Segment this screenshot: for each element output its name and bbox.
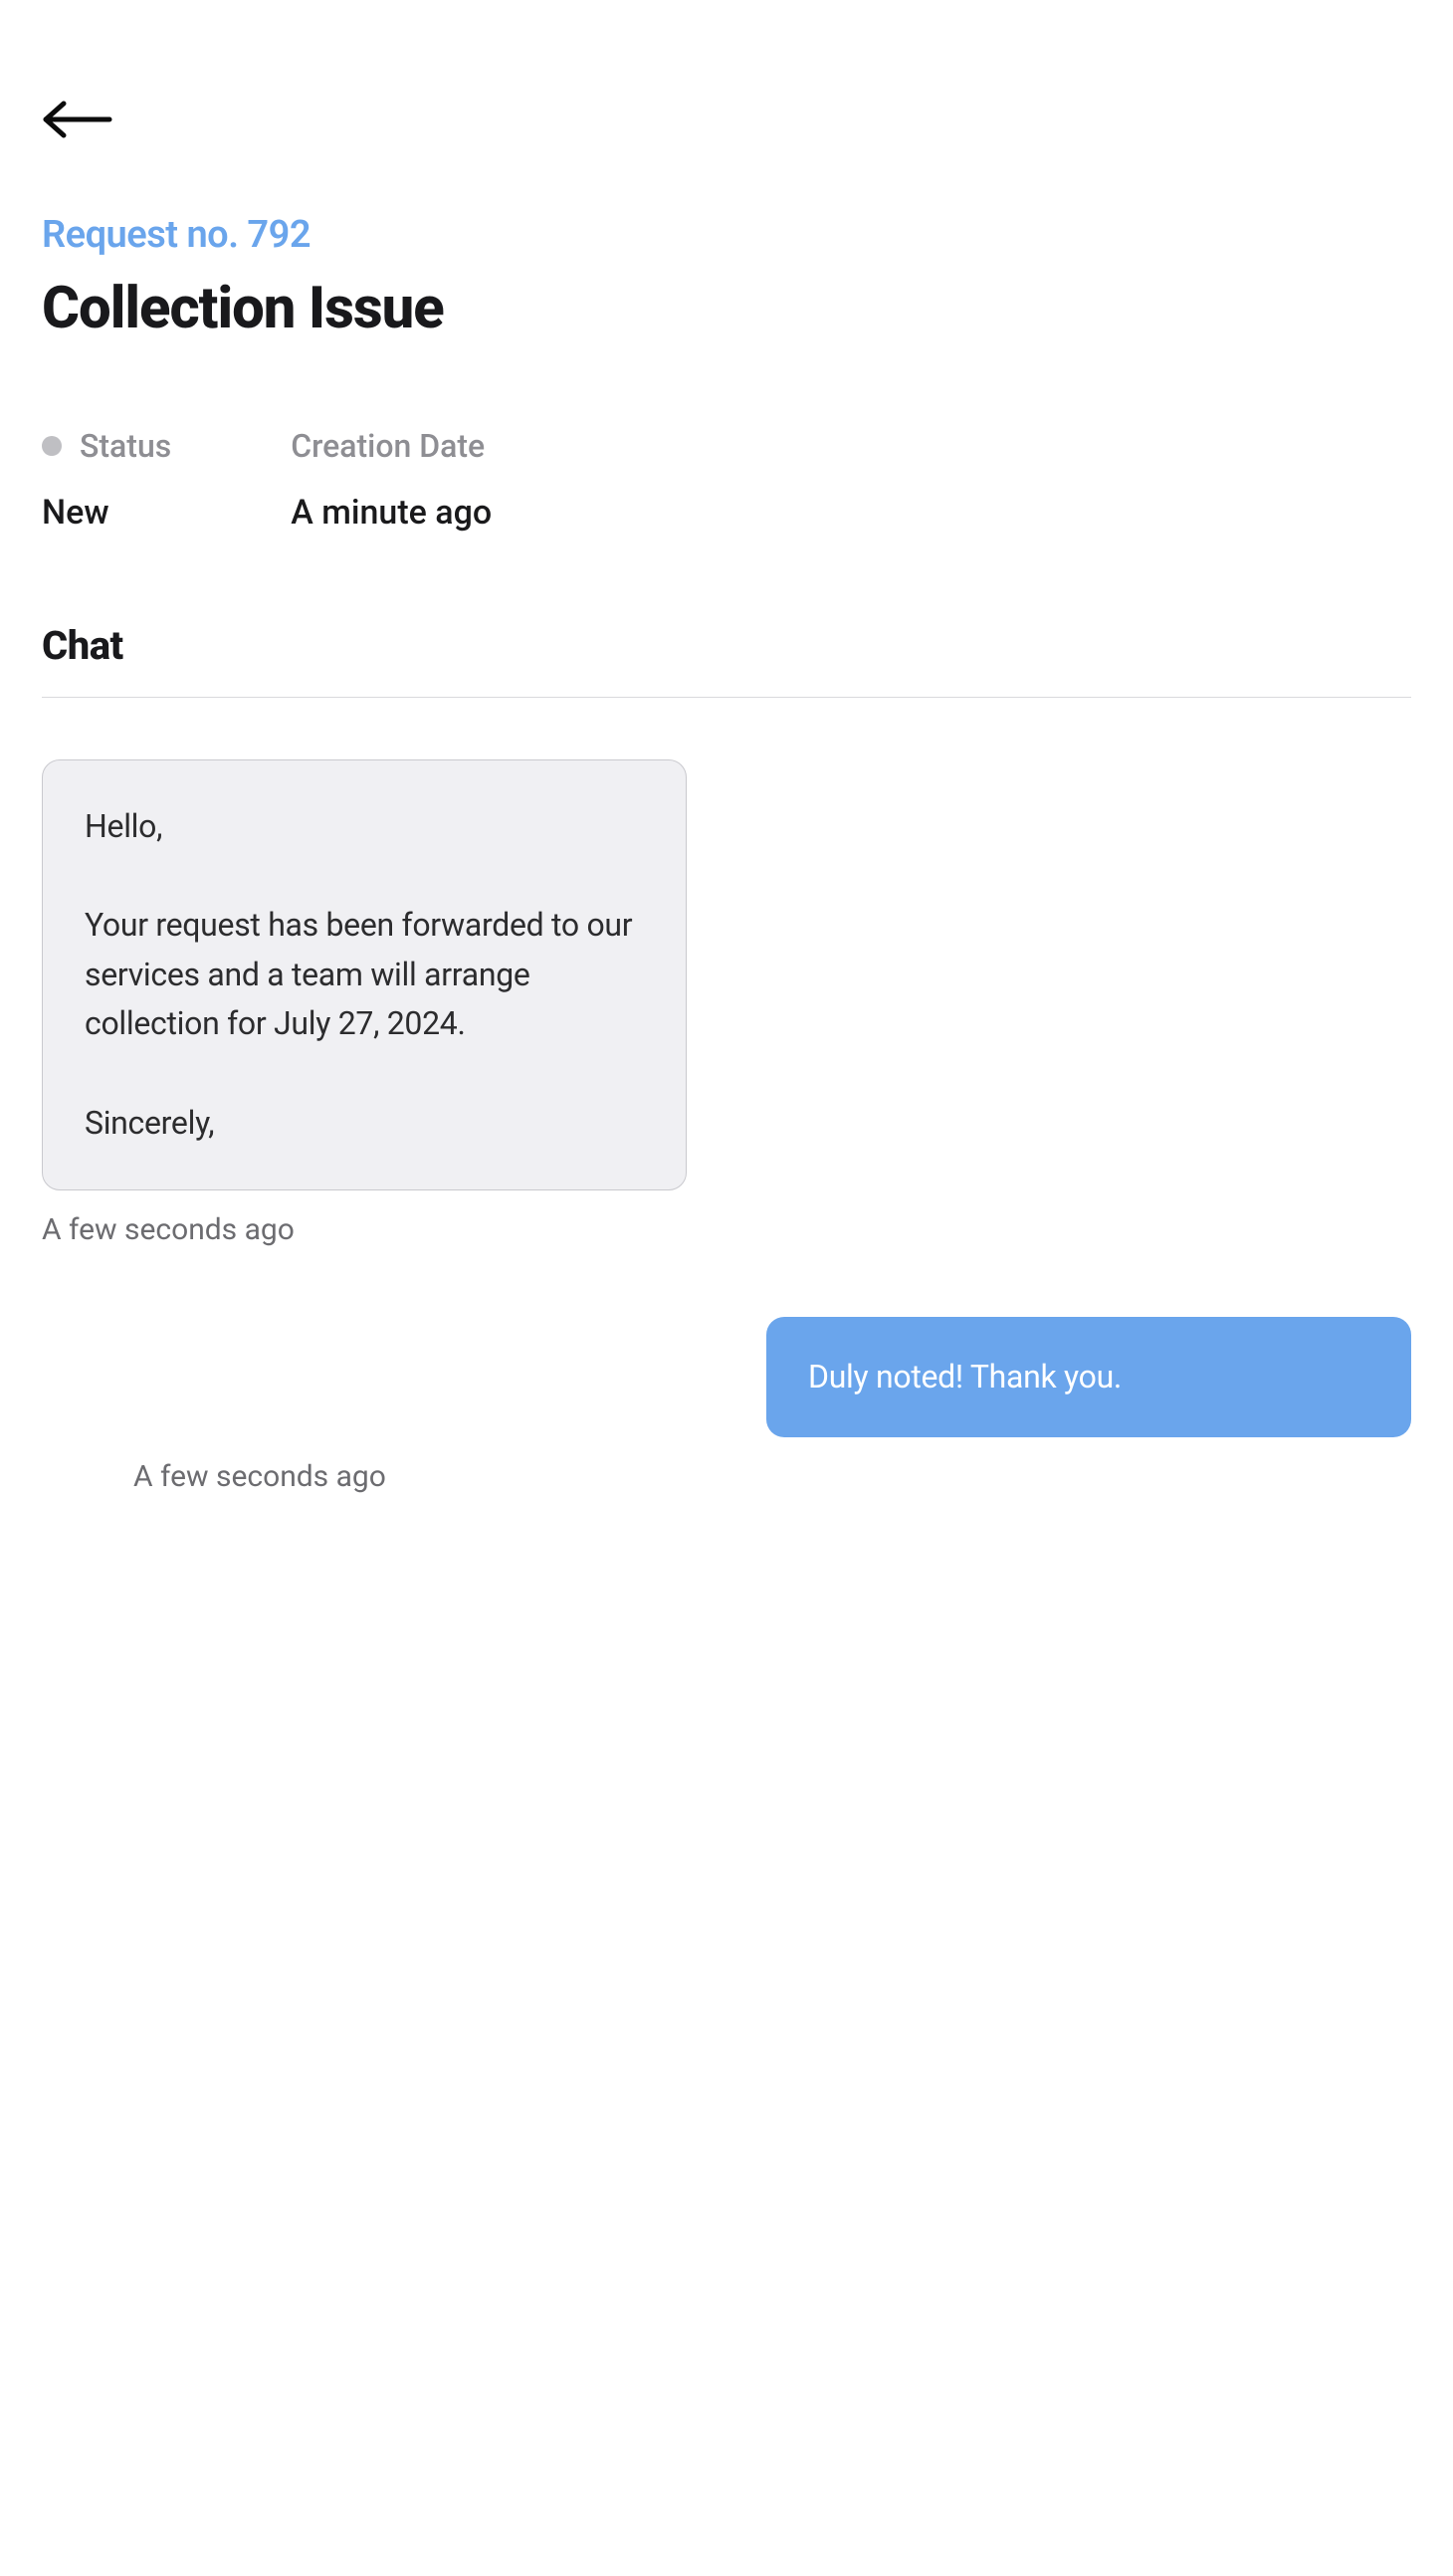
chat-message-body: Duly noted! Thank you.	[808, 1355, 1369, 1399]
created-value: A minute ago	[291, 493, 492, 533]
created-block: Creation Date A minute ago	[291, 427, 492, 533]
chat-message-body: Hello, Your request has been forwarded t…	[85, 802, 644, 1148]
page-title: Collection Issue	[42, 275, 1411, 342]
status-label: Status	[80, 427, 171, 465]
chat-message-incoming: Hello, Your request has been forwarded t…	[42, 759, 687, 1190]
status-block: Status New	[42, 427, 171, 533]
back-button[interactable]	[42, 100, 113, 143]
created-label: Creation Date	[291, 427, 485, 465]
chat-message-outgoing: Duly noted! Thank you.	[766, 1317, 1411, 1437]
request-number: Request no. 792	[42, 213, 1411, 257]
status-dot-icon	[42, 436, 62, 456]
arrow-left-icon	[42, 100, 113, 139]
chat-header: Chat	[42, 622, 1411, 698]
chat-timestamp-incoming: A few seconds ago	[42, 1212, 1411, 1247]
chat-timestamp-outgoing: A few seconds ago	[133, 1459, 778, 1494]
status-value: New	[42, 493, 171, 533]
